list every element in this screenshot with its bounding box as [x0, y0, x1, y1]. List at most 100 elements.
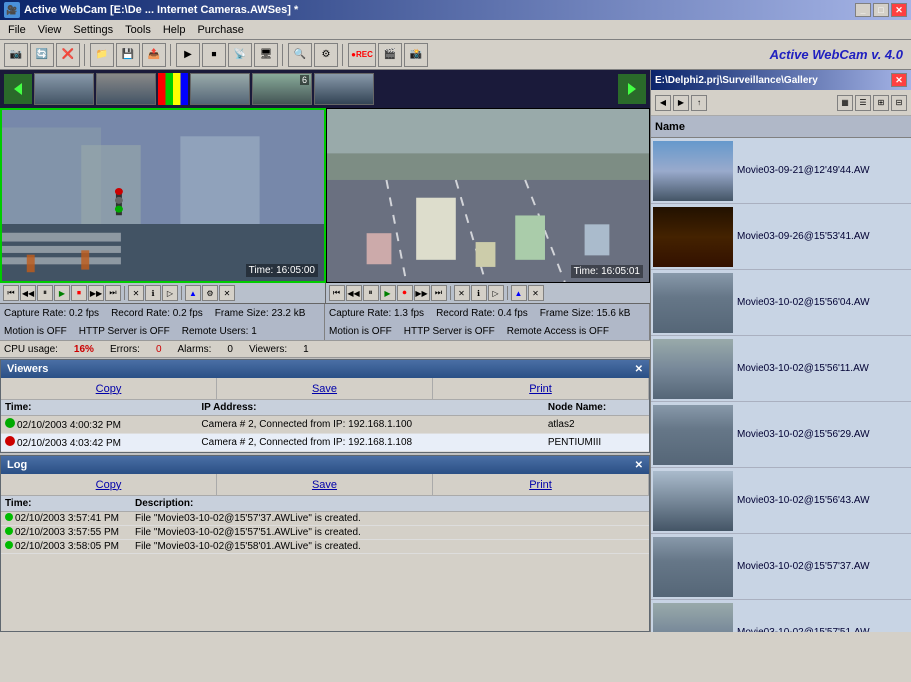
- gallery-item[interactable]: Movie03-10-02@15'56'43.AW: [651, 468, 911, 534]
- toolbar-btn-13[interactable]: 🎬: [378, 43, 402, 67]
- cam1-rew[interactable]: ◀◀: [20, 285, 36, 301]
- cam2-x2[interactable]: ✕: [528, 285, 544, 301]
- gallery-view2[interactable]: ☰: [855, 95, 871, 111]
- gallery-item[interactable]: Movie03-10-02@15'56'11.AW: [651, 336, 911, 402]
- toolbar-btn-12[interactable]: ⚙: [314, 43, 338, 67]
- cam1-x2[interactable]: ✕: [219, 285, 235, 301]
- camera-view-1[interactable]: Time: 16:05:00: [0, 108, 326, 283]
- viewers-value: 1: [303, 344, 309, 355]
- cam1-more[interactable]: ▷: [162, 285, 178, 301]
- cam2-rew[interactable]: ◀◀: [346, 285, 362, 301]
- strip-thumb-1[interactable]: [34, 73, 94, 105]
- cam1-capture: Capture Rate: 0.2 fps: [4, 308, 99, 319]
- cam1-settings[interactable]: ⚙: [202, 285, 218, 301]
- menu-view[interactable]: View: [32, 22, 68, 38]
- toolbar-btn-1[interactable]: 📷: [4, 43, 28, 67]
- cam1-info[interactable]: ℹ: [145, 285, 161, 301]
- gallery-item[interactable]: Movie03-10-02@15'56'04.AW: [651, 270, 911, 336]
- log-save-btn[interactable]: Save: [217, 474, 433, 495]
- strip-nav-right[interactable]: [618, 74, 646, 104]
- gallery-header: Name: [651, 116, 911, 138]
- toolbar-btn-5[interactable]: 💾: [116, 43, 140, 67]
- cam1-prev[interactable]: ⏮: [3, 285, 19, 301]
- viewer-time: 02/10/2003 4:00:32 PM: [1, 416, 197, 434]
- maximize-button[interactable]: □: [873, 3, 889, 17]
- cam1-play[interactable]: ▶: [54, 285, 70, 301]
- strip-nav-left[interactable]: [4, 74, 32, 104]
- toolbar-btn-6[interactable]: 📤: [142, 43, 166, 67]
- cam2-pause[interactable]: ⏸: [363, 285, 379, 301]
- toolbar-btn-9[interactable]: 📡: [228, 43, 252, 67]
- toolbar-btn-2[interactable]: 🔄: [30, 43, 54, 67]
- toolbar-btn-10[interactable]: 🖥: [254, 43, 278, 67]
- gallery-back[interactable]: ◀: [655, 95, 671, 111]
- gallery-item[interactable]: Movie03-10-02@15'57'37.AW: [651, 534, 911, 600]
- gallery-fwd[interactable]: ▶: [673, 95, 689, 111]
- cam1-up[interactable]: ▲: [185, 285, 201, 301]
- gallery-list[interactable]: Movie03-09-21@12'49'44.AW Movie03-09-26@…: [651, 138, 911, 632]
- log-dot-icon: [5, 527, 13, 535]
- main-layout: 6: [0, 70, 911, 682]
- cam1-cross[interactable]: ✕: [128, 285, 144, 301]
- gallery-up[interactable]: ↑: [691, 95, 707, 111]
- cam2-prev[interactable]: ⏮: [329, 285, 345, 301]
- strip-thumb-4[interactable]: 6: [252, 73, 312, 105]
- toolbar-btn-8[interactable]: ⏹: [202, 43, 226, 67]
- menu-file[interactable]: File: [2, 22, 32, 38]
- menu-help[interactable]: Help: [157, 22, 192, 38]
- toolbar-btn-4[interactable]: 📁: [90, 43, 114, 67]
- toolbar-btn-rec[interactable]: ●REC: [348, 43, 376, 67]
- right-toolbar: ◀ ▶ ↑ ▦ ☰ ⊞ ⊟: [651, 90, 911, 116]
- gallery-item[interactable]: Movie03-09-21@12'49'44.AW: [651, 138, 911, 204]
- gallery-item[interactable]: Movie03-09-26@15'53'41.AW: [651, 204, 911, 270]
- cam2-cross[interactable]: ✕: [454, 285, 470, 301]
- close-button[interactable]: ✕: [891, 3, 907, 17]
- right-close-btn[interactable]: ✕: [891, 73, 907, 87]
- toolbar-btn-11[interactable]: 🔍: [288, 43, 312, 67]
- strip-thumb-5[interactable]: [314, 73, 374, 105]
- gallery-col-name: Name: [655, 121, 685, 133]
- gallery-item[interactable]: Movie03-10-02@15'57'51.AW: [651, 600, 911, 632]
- gallery-thumb: [653, 603, 733, 633]
- gallery-view4[interactable]: ⊟: [891, 95, 907, 111]
- cam2-play[interactable]: ▶: [380, 285, 396, 301]
- viewers-save-btn[interactable]: Save: [217, 378, 433, 399]
- strip-thumb-3[interactable]: [190, 73, 250, 105]
- toolbar-btn-3[interactable]: ❌: [56, 43, 80, 67]
- menu-settings[interactable]: Settings: [67, 22, 119, 38]
- cam1-pause[interactable]: ⏸: [37, 285, 53, 301]
- viewers-print-btn[interactable]: Print: [433, 378, 649, 399]
- viewers-copy-btn[interactable]: Copy: [1, 378, 217, 399]
- cam2-rec[interactable]: ⏺: [397, 285, 413, 301]
- log-print-btn[interactable]: Print: [433, 474, 649, 495]
- right-panel: E:\Delphi2.prj\Surveillance\Gallery ✕ ◀ …: [650, 70, 911, 632]
- app-version: Active WebCam v. 4.0: [770, 47, 903, 62]
- viewer-ip: Camera # 2, Connected from IP: 192.168.1…: [197, 416, 543, 434]
- menu-tools[interactable]: Tools: [119, 22, 157, 38]
- viewers-close[interactable]: ✕: [635, 364, 643, 375]
- cam1-ffw[interactable]: ▶▶: [88, 285, 104, 301]
- minimize-button[interactable]: _: [855, 3, 871, 17]
- strip-thumb-2[interactable]: [96, 73, 156, 105]
- log-close[interactable]: ✕: [635, 460, 643, 471]
- gallery-view1[interactable]: ▦: [837, 95, 853, 111]
- status-bar-2: Motion is OFF HTTP Server is OFF Remote …: [0, 322, 650, 340]
- gallery-view3[interactable]: ⊞: [873, 95, 889, 111]
- log-copy-btn[interactable]: Copy: [1, 474, 217, 495]
- green-dot: [5, 418, 15, 428]
- cam2-next[interactable]: ⏭: [431, 285, 447, 301]
- log-desc: File "Movie03-10-02@15'58'01.AWLive" is …: [131, 540, 649, 554]
- cam2-more[interactable]: ▷: [488, 285, 504, 301]
- cam2-info[interactable]: ℹ: [471, 285, 487, 301]
- cam1-next[interactable]: ⏭: [105, 285, 121, 301]
- camera-view-2[interactable]: Time: 16:05:01: [326, 108, 650, 283]
- gallery-item[interactable]: Movie03-10-02@15'56'29.AW: [651, 402, 911, 468]
- toolbar-btn-14[interactable]: 📸: [404, 43, 428, 67]
- menu-purchase[interactable]: Purchase: [191, 22, 249, 38]
- cam2-motion: Motion is OFF: [329, 326, 392, 337]
- cam2-up[interactable]: ▲: [511, 285, 527, 301]
- cam2-ffw[interactable]: ▶▶: [414, 285, 430, 301]
- cam1-stop[interactable]: ⏹: [71, 285, 87, 301]
- toolbar-btn-7[interactable]: ▶: [176, 43, 200, 67]
- alarms-label: Alarms:: [178, 344, 212, 355]
